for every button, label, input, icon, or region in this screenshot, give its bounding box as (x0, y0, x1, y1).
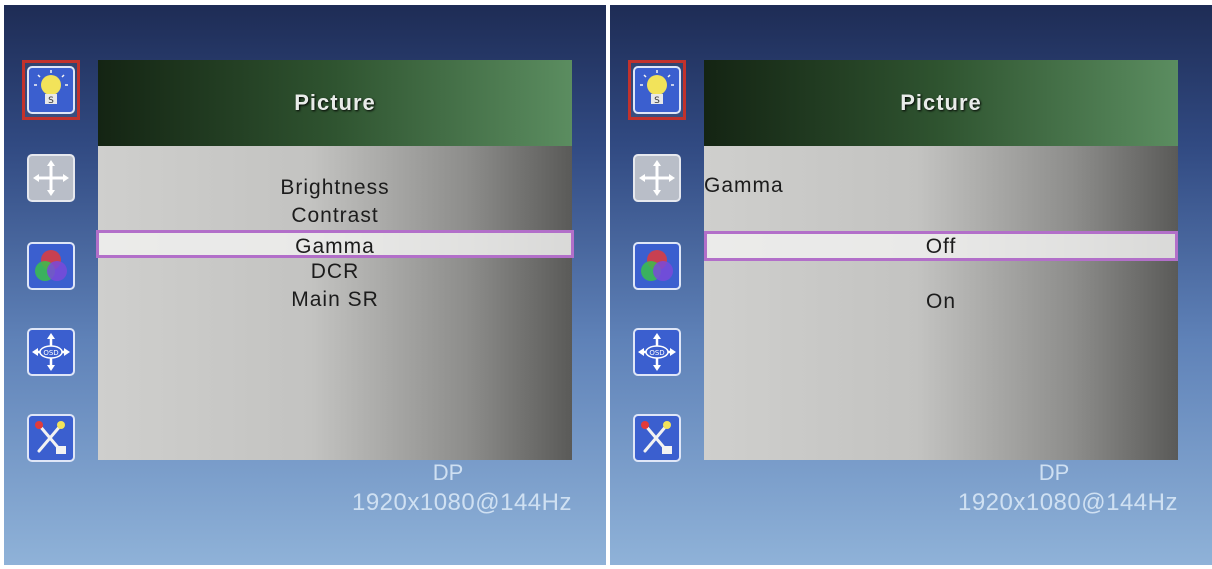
picture-tab[interactable]: S (22, 60, 80, 120)
menu-title: Picture (294, 90, 376, 115)
gamma-option-off[interactable]: Off (704, 231, 1178, 261)
menu-item-brightness[interactable]: Brightness (98, 174, 572, 202)
menu-item-main-sr[interactable]: Main SR (98, 286, 572, 314)
color-rgb-icon (633, 242, 681, 290)
osd-screen-main-menu: S OSD Picture Brightness Contrast Gamma … (4, 5, 606, 565)
submenu-title: Gamma (704, 174, 784, 197)
input-source-label: DP (1038, 460, 1070, 485)
position-tab[interactable] (628, 148, 686, 208)
picture-tab[interactable]: S (628, 60, 686, 120)
position-tab[interactable] (22, 148, 80, 208)
tools-reset-icon (633, 414, 681, 462)
menu-item-dcr[interactable]: DCR (98, 258, 572, 286)
input-source-label: DP (432, 460, 464, 485)
color-tab[interactable] (22, 236, 80, 296)
setup-tab[interactable] (628, 408, 686, 468)
color-rgb-icon (27, 242, 75, 290)
osd-screen-gamma-submenu: S OSD Picture Gamma Off On DP 1920x1080@… (610, 5, 1212, 565)
color-tab[interactable] (628, 236, 686, 296)
svg-text:OSD: OSD (43, 349, 58, 357)
lightbulb-icon: S (27, 66, 75, 114)
position-arrows-icon (27, 154, 75, 202)
svg-text:S: S (654, 96, 660, 106)
osd-settings-icon: OSD (27, 328, 75, 376)
menu-title-bar: Picture (704, 60, 1178, 146)
submenu-panel: Gamma Off On (704, 146, 1178, 460)
lightbulb-icon: S (633, 66, 681, 114)
menu-title: Picture (900, 90, 982, 115)
menu-item-contrast[interactable]: Contrast (98, 202, 572, 230)
osd-tab[interactable]: OSD (628, 322, 686, 382)
osd-tab[interactable]: OSD (22, 322, 80, 382)
menu-list: Brightness Contrast Gamma DCR Main SR (96, 174, 574, 314)
menu-panel: Brightness Contrast Gamma DCR Main SR (96, 146, 574, 460)
menu-item-gamma[interactable]: Gamma (96, 230, 574, 258)
svg-text:OSD: OSD (649, 349, 664, 357)
position-arrows-icon (633, 154, 681, 202)
menu-title-bar: Picture (98, 60, 572, 146)
tools-reset-icon (27, 414, 75, 462)
osd-settings-icon: OSD (633, 328, 681, 376)
resolution-label: 1920x1080@144Hz (351, 489, 572, 516)
gamma-option-on[interactable]: On (704, 289, 1178, 319)
svg-text:S: S (48, 96, 54, 106)
resolution-label: 1920x1080@144Hz (957, 489, 1178, 516)
setup-tab[interactable] (22, 408, 80, 468)
